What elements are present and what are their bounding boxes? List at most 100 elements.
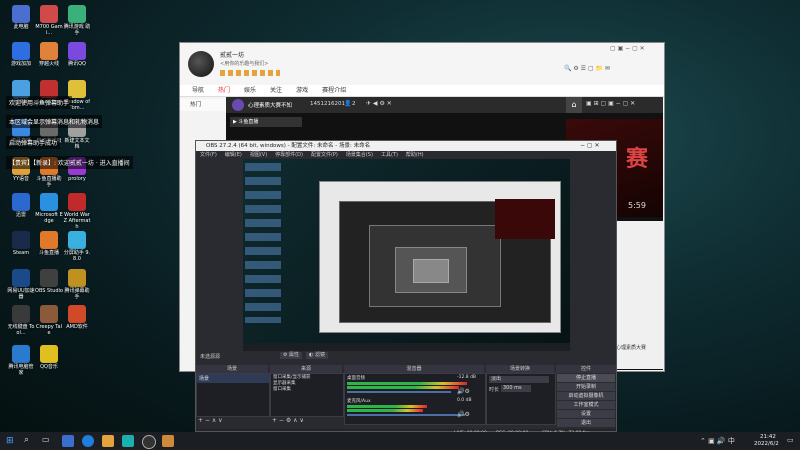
- desktop-icon[interactable]: 游戏加加: [7, 42, 35, 67]
- desktop-icon-label: prolory: [68, 176, 86, 182]
- danmu-enter-notice: 【贵宾】【新录】: 欢迎贰贰一坊 · 进入直播间: [6, 156, 133, 169]
- desktop-icon[interactable]: 迅雷: [7, 193, 35, 218]
- taskbar: ⊞ ⌕ ▭ ⌃ ▣ 🔊 中 21:42 2022/6/2 ▭: [0, 432, 800, 450]
- tray-icons[interactable]: ⌃ ▣ 🔊 中: [700, 436, 735, 446]
- live-right-controls[interactable]: ▣ ⊞ ▢ ▣ − ▢ ✕: [586, 100, 635, 107]
- desktop-icon[interactable]: QQ音乐: [35, 345, 63, 370]
- desktop-icon-label: QQ音乐: [40, 364, 58, 370]
- desktop-icon[interactable]: 无线键盘 Tool...: [7, 305, 35, 336]
- start-recording-button[interactable]: 开始录制: [557, 383, 615, 391]
- desktop-icon[interactable]: 腾讯游戏 助手: [63, 5, 91, 36]
- sources-dock-title: 来源: [270, 365, 342, 373]
- properties-button[interactable]: ⚙ 属性: [280, 352, 302, 359]
- scene-item[interactable]: 场景: [197, 374, 269, 383]
- nav-item[interactable]: 娱乐: [244, 85, 256, 96]
- virtual-camera-button[interactable]: 启动虚拟摄像机: [557, 392, 615, 400]
- obs-title-bar: OBS 27.2.4 (64 bit, windows) - 配置文件: 未命名…: [196, 141, 616, 151]
- obs-window: OBS 27.2.4 (64 bit, windows) - 配置文件: 未命名…: [195, 140, 617, 436]
- taskbar-app-icon[interactable]: [162, 435, 174, 447]
- desktop-icon[interactable]: 腾讯电脑管家: [7, 345, 35, 376]
- volume-slider[interactable]: [347, 391, 451, 393]
- studio-mode-button[interactable]: 工作室模式: [557, 401, 615, 409]
- nav-item[interactable]: 关注: [270, 85, 282, 96]
- header-tool-icons[interactable]: 🔍 ⚙ ☰ ▢ 📁 ✉: [564, 65, 660, 73]
- danmu-region-notice: 本区域会显示弹幕消息和礼物消息: [6, 115, 103, 128]
- status-icons: [220, 70, 280, 76]
- desktop-icon[interactable]: AMD软件: [63, 305, 91, 330]
- desktop-icon[interactable]: 穿越火线: [35, 42, 63, 67]
- obs-preview[interactable]: [243, 159, 570, 351]
- menu-item[interactable]: 配置文件(P): [311, 151, 338, 159]
- taskbar-app-icon[interactable]: [122, 435, 134, 447]
- app-icon: [40, 345, 58, 363]
- volume-slider[interactable]: [347, 414, 465, 416]
- search-icon[interactable]: ⌕: [24, 435, 29, 445]
- track-mute-icon[interactable]: 🔊⚙: [457, 388, 470, 395]
- menu-item[interactable]: 工具(T): [381, 151, 398, 159]
- track-mute-icon[interactable]: 🔊⚙: [457, 411, 470, 418]
- app-icon: [68, 5, 86, 23]
- menu-item[interactable]: 文件(F): [200, 151, 217, 159]
- desktop-icon[interactable]: Creepy Tale: [35, 305, 63, 336]
- desktop-icon[interactable]: 腾讯弹幕助手: [63, 269, 91, 300]
- tab-item[interactable]: 热门: [190, 99, 201, 111]
- desktop-icon[interactable]: 斗鱼直播: [35, 231, 63, 256]
- desktop-icon-label: Microsoft Edge: [35, 212, 63, 224]
- avatar[interactable]: [188, 51, 214, 77]
- nav-item[interactable]: 热门: [218, 85, 230, 96]
- volume-meter: [347, 386, 459, 389]
- desktop-icon-label: 穿越火线: [38, 61, 59, 67]
- duration-input[interactable]: 300 ms: [501, 385, 531, 392]
- desktop-icon[interactable]: Steam: [7, 231, 35, 256]
- desktop-icon-label: YY语音: [12, 176, 30, 182]
- start-icon[interactable]: ⊞: [6, 436, 14, 446]
- preview-window-5: [413, 259, 449, 283]
- task-view-icon[interactable]: ▭: [42, 435, 50, 444]
- menu-item[interactable]: 场景集合(S): [346, 151, 373, 159]
- desktop-icon[interactable]: 分屏助手 9.8.0: [63, 231, 91, 262]
- filters-button[interactable]: ◐ 滤镜: [306, 352, 328, 359]
- sources-toolbar[interactable]: + − ⚙ ∧ ∨: [272, 417, 304, 424]
- desktop-icon[interactable]: 此电脑: [7, 5, 35, 30]
- room-avatar[interactable]: [232, 99, 244, 111]
- menu-item[interactable]: 视图(V): [250, 151, 267, 159]
- menu-item[interactable]: 帮助(H): [406, 151, 424, 159]
- live-tool-icons[interactable]: ✈ ◀ ⚙ ✕: [366, 100, 392, 107]
- taskbar-app-icon[interactable]: [82, 435, 94, 447]
- exit-button[interactable]: 退出: [557, 419, 615, 427]
- app-icon: [40, 193, 58, 211]
- notification-icon[interactable]: ▭: [787, 436, 794, 444]
- nav-item[interactable]: 导航: [192, 85, 204, 96]
- menu-item[interactable]: 编辑(E): [225, 151, 242, 159]
- menu-item[interactable]: 停靠部件(D): [275, 151, 303, 159]
- viewer-icon: 👤: [344, 100, 352, 107]
- user-name: 贰贰一坊: [220, 52, 245, 59]
- desktop-icon[interactable]: OBS Studio: [35, 269, 63, 294]
- app-icon: [68, 231, 86, 249]
- app-icon: [68, 269, 86, 287]
- obs-window-controls[interactable]: − ▢ ✕: [580, 142, 600, 149]
- transition-select[interactable]: 淡出: [489, 376, 549, 383]
- track-name: 桌面音频: [347, 376, 365, 381]
- taskbar-app-icon[interactable]: [102, 435, 114, 447]
- nav-item[interactable]: 赛程介绍: [322, 85, 346, 96]
- stop-streaming-button[interactable]: 停止直播: [557, 374, 615, 382]
- window-controls[interactable]: ▢ ▣ − ▢ ✕: [610, 45, 660, 53]
- source-item[interactable]: 窗口采集: [271, 386, 343, 392]
- desktop-icon[interactable]: 网易UU加速器: [7, 269, 35, 300]
- scenes-toolbar[interactable]: + − ∧ ∨: [198, 417, 223, 424]
- no-source-label: 未选源源: [200, 354, 221, 360]
- nav-item[interactable]: 游戏: [296, 85, 308, 96]
- desktop-icon[interactable]: 腾讯QQ: [63, 42, 91, 67]
- settings-button[interactable]: 设置: [557, 410, 615, 418]
- desktop-icon[interactable]: World War Z Aftermath: [63, 193, 91, 230]
- desktop-icon[interactable]: M700 Gami...: [35, 5, 63, 36]
- app-icon: [12, 5, 30, 23]
- app-icon: [12, 269, 30, 287]
- taskbar-obs-icon[interactable]: [142, 435, 156, 449]
- desktop-icon-label: Creepy Tale: [36, 324, 62, 336]
- taskbar-app-icon[interactable]: [62, 435, 74, 447]
- home-icon[interactable]: ⌂: [566, 97, 582, 113]
- danmu-welcome-notice: 欢迎使用斗鱼弹幕助手: [6, 96, 73, 109]
- desktop-icon[interactable]: Microsoft Edge: [35, 193, 63, 224]
